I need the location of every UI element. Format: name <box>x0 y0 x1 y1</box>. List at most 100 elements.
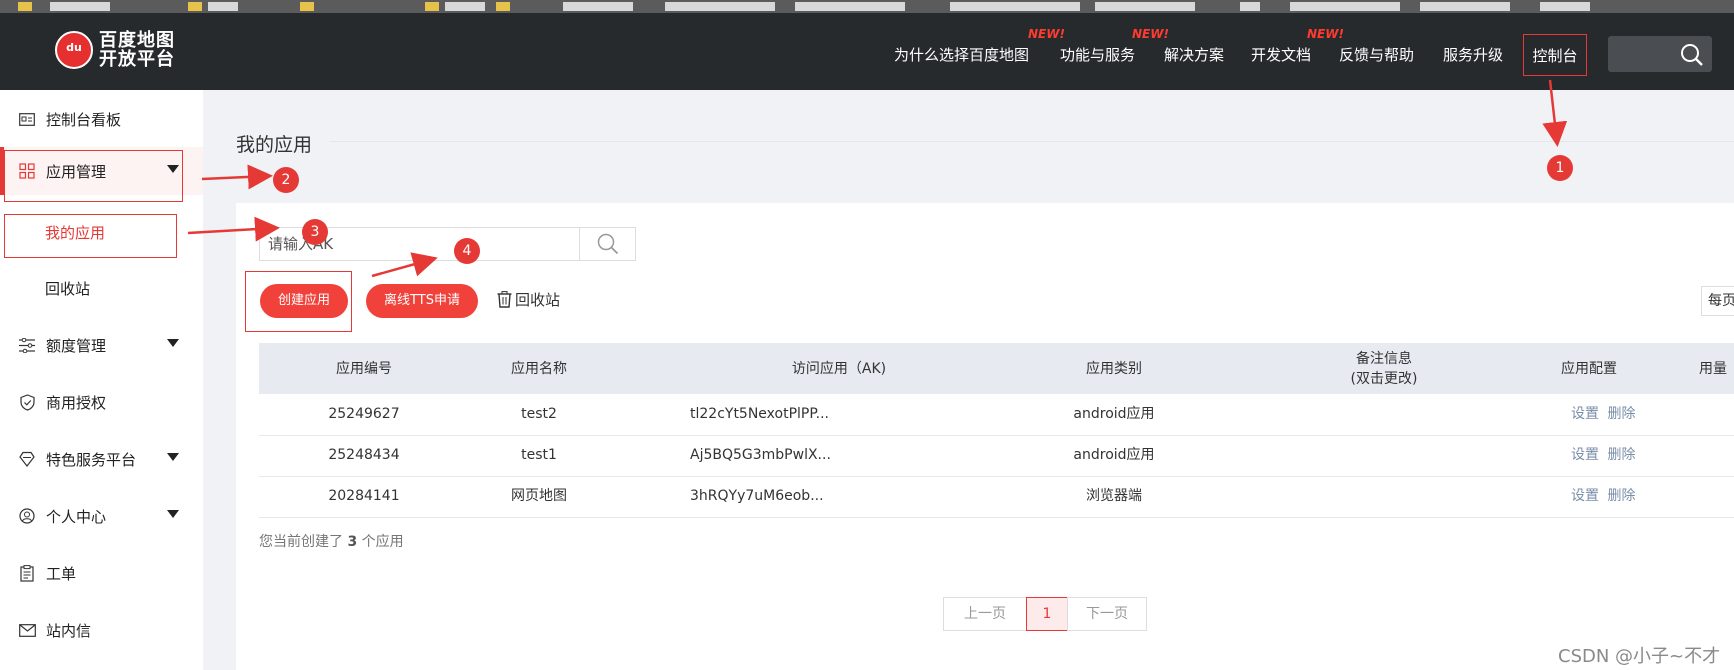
bookmark-item[interactable] <box>1540 2 1590 11</box>
recycle-bin-label: 回收站 <box>515 291 561 309</box>
cell-config: 设置 删除 <box>1571 476 1635 517</box>
settings-link[interactable]: 设置 <box>1571 406 1599 422</box>
annotation-highlight-box <box>4 150 183 202</box>
column-header-app-id: 应用编号 <box>336 360 392 377</box>
sidebar-item-special-services[interactable]: 特色服务平台 <box>0 435 203 483</box>
sidebar-item-label: 工单 <box>46 564 77 583</box>
bookmark-item[interactable] <box>665 2 775 11</box>
nav-console[interactable]: 控制台 <box>1523 34 1587 76</box>
settings-link[interactable]: 设置 <box>1571 488 1599 504</box>
new-badge: NEW! <box>1028 27 1065 41</box>
sidebar-item-quota[interactable]: 额度管理 <box>0 321 203 369</box>
sidebar-item-label: 个人中心 <box>46 507 107 526</box>
user-icon <box>16 505 38 527</box>
nav-why-baidu-map[interactable]: 为什么选择百度地图 <box>894 44 1029 65</box>
recycle-bin-link[interactable]: 回收站 <box>497 289 560 310</box>
sidebar-subitem-recycle-bin[interactable]: 回收站 <box>45 278 90 299</box>
logo-text: 百度地图 开放平台 <box>99 30 175 70</box>
pager-next-button[interactable]: 下一页 <box>1067 597 1147 631</box>
annotation-highlight-box <box>4 214 177 258</box>
ak-search-button[interactable] <box>580 227 636 261</box>
top-navigation: du 百度地图 开放平台 NEW! NEW! NEW! 为什么选择百度地图 功能… <box>0 13 1734 90</box>
bookmark-folder-icon[interactable] <box>496 2 510 11</box>
offline-tts-apply-button[interactable]: 离线TTS申请 <box>366 284 478 318</box>
baidu-map-logo[interactable]: du 百度地图 开放平台 <box>55 31 175 69</box>
nav-dev-docs[interactable]: 开发文档 <box>1251 44 1311 65</box>
pager-current-page[interactable]: 1 <box>1026 597 1068 631</box>
cell-app-name: test2 <box>521 406 557 422</box>
sidebar-item-label: 控制台看板 <box>46 110 122 129</box>
sidebar-item-commercial-license[interactable]: 商用授权 <box>0 378 203 426</box>
cell-app-name: test1 <box>521 447 557 463</box>
bookmark-folder-icon[interactable] <box>18 2 32 11</box>
bookmark-folder-icon[interactable] <box>300 2 314 11</box>
annotation-marker-4: 4 <box>454 238 480 264</box>
nav-search-box[interactable] <box>1608 36 1712 72</box>
pager-prev-button[interactable]: 上一页 <box>943 597 1027 631</box>
new-badge: NEW! <box>1132 27 1169 41</box>
sidebar-item-dashboard[interactable]: 控制台看板 <box>0 95 203 143</box>
column-header-usage: 用量 <box>1699 360 1727 377</box>
column-header-app-name: 应用名称 <box>511 360 567 377</box>
title-divider <box>330 141 1734 142</box>
bookmark-item[interactable] <box>1420 2 1510 11</box>
bookmark-item[interactable] <box>50 2 110 11</box>
clipboard-icon <box>16 562 38 584</box>
baidu-map-logo-icon: du <box>55 31 93 69</box>
delete-link[interactable]: 删除 <box>1607 447 1635 463</box>
bookmark-folder-icon[interactable] <box>425 2 439 11</box>
bookmark-item[interactable] <box>445 2 485 11</box>
delete-link[interactable]: 删除 <box>1607 406 1635 422</box>
cell-ak: tl22cYt5NexotPlPP... <box>690 406 829 422</box>
new-badge: NEW! <box>1307 27 1344 41</box>
cell-ak: 3hRQYy7uM6eob... <box>690 488 824 504</box>
sidebar-item-label: 商用授权 <box>46 393 107 412</box>
mail-icon <box>16 619 38 641</box>
bookmark-item[interactable] <box>208 2 238 11</box>
nav-solutions[interactable]: 解决方案 <box>1164 44 1224 65</box>
caret-down-icon <box>167 339 179 347</box>
per-page-select[interactable]: 每页 <box>1701 286 1734 316</box>
sliders-icon <box>16 334 38 356</box>
id-card-icon <box>16 108 38 130</box>
column-header-ak: 访问应用（AK) <box>791 360 887 377</box>
sidebar-item-label: 站内信 <box>46 621 92 640</box>
cell-config: 设置 删除 <box>1571 394 1635 435</box>
nav-feedback-help[interactable]: 反馈与帮助 <box>1339 44 1414 65</box>
cell-app-type: android应用 <box>1073 406 1155 422</box>
sidebar-item-inbox[interactable]: 站内信 <box>0 606 203 654</box>
cell-app-id: 25249627 <box>328 406 400 422</box>
table-row: 25249627 test2 tl22cYt5NexotPlPP... andr… <box>259 394 1734 436</box>
settings-link[interactable]: 设置 <box>1571 447 1599 463</box>
search-icon <box>1681 44 1703 66</box>
caret-down-icon <box>167 453 179 461</box>
bookmark-item[interactable] <box>563 2 633 11</box>
delete-link[interactable]: 删除 <box>1607 488 1635 504</box>
cell-app-type: android应用 <box>1073 447 1155 463</box>
sidebar-item-label: 特色服务平台 <box>46 450 137 469</box>
sidebar-item-personal-center[interactable]: 个人中心 <box>0 492 203 540</box>
bookmark-item[interactable] <box>950 2 1080 11</box>
annotation-marker-3: 3 <box>302 219 328 245</box>
nav-features-services[interactable]: 功能与服务 <box>1060 44 1135 65</box>
cell-config: 设置 删除 <box>1571 435 1635 476</box>
column-header-app-config: 应用配置 <box>1561 360 1617 377</box>
bookmark-folder-icon[interactable] <box>188 2 202 11</box>
cell-app-type: 浏览器端 <box>1086 488 1142 504</box>
bookmark-item[interactable] <box>1240 2 1260 11</box>
badge-icon <box>16 448 38 470</box>
table-header: 应用编号 应用名称 访问应用（AK) 应用类别 备注信息 (双击更改) 应用配置 … <box>259 343 1734 394</box>
table-row: 25248434 test1 Aj5BQ5G3mbPwlX... android… <box>259 435 1734 477</box>
cell-app-id: 25248434 <box>328 447 400 463</box>
bookmark-item[interactable] <box>1290 2 1400 11</box>
annotation-marker-1: 1 <box>1547 155 1573 181</box>
bookmark-item[interactable] <box>795 2 905 11</box>
nav-service-upgrade[interactable]: 服务升级 <box>1443 44 1503 65</box>
annotation-highlight-box <box>245 271 352 332</box>
sidebar-item-ticket[interactable]: 工单 <box>0 549 203 597</box>
trash-icon <box>497 291 512 308</box>
app-count-summary: 您当前创建了 3 个应用 <box>259 534 404 550</box>
csdn-watermark: CSDN @小子~不才 <box>1558 646 1721 667</box>
bookmark-item[interactable] <box>1095 2 1195 11</box>
page-title: 我的应用 <box>236 134 313 156</box>
